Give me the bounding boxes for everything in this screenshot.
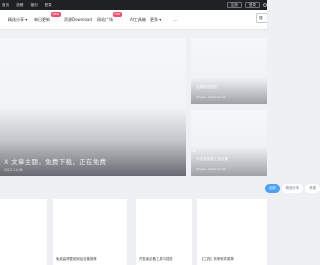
post-card-title[interactable]: 【工具】效率软件推荐 (200, 256, 234, 261)
top-link-benefit[interactable]: 福利 (30, 3, 37, 8)
post-card[interactable]: 免费高清壁纸网站合集推荐 (53, 199, 127, 265)
user-icon[interactable] (263, 3, 267, 7)
tab-resources[interactable]: 资源 (305, 184, 320, 193)
nav-item-daily[interactable]: 每日更新 (34, 17, 50, 23)
nav-item-featured[interactable]: 精选分享 ▾ (8, 17, 27, 23)
post-card-title[interactable]: 开发者必备工具与插件 (139, 256, 173, 261)
hero-title[interactable]: X 文章主题，免费下载，正在免费 (4, 156, 106, 166)
post-card[interactable]: 开发者必备工具与插件 (136, 199, 192, 265)
nav-item-download[interactable]: 资源Download (64, 17, 92, 23)
side-card-title[interactable]: 全部精选搭配 (196, 85, 218, 90)
top-link-home[interactable]: 首页 (2, 3, 9, 8)
category-tabs: 全部 精选分享 资源 (264, 184, 320, 193)
search-button[interactable]: 搜 (256, 13, 267, 23)
nav-item-ai-tools[interactable]: AI工具箱 (130, 17, 146, 23)
hero-subtitle: 2022-11-08 (4, 168, 23, 172)
top-bar: 首页 投稿 福利 登录 注册 登录 (0, 0, 267, 10)
post-card[interactable]: 【工具】效率软件推荐 (197, 199, 267, 265)
side-card-1[interactable]: 全部精选搭配 Prolee · 2022-12-20 (191, 38, 267, 104)
top-link-submit[interactable]: 投稿 (16, 3, 23, 8)
side-card-2[interactable]: 开发者推荐工具合集 Prolee · 2022-12-20 (191, 110, 267, 176)
new-badge: NEW (51, 12, 61, 17)
login-button[interactable]: 登录 (244, 2, 260, 8)
top-links: 首页 投稿 福利 登录 (0, 3, 52, 8)
post-card[interactable] (0, 199, 47, 265)
hero-banner[interactable]: X 文章主题，免费下载，正在免费 2022-11-08 (0, 38, 186, 176)
side-card-title[interactable]: 开发者推荐工具合集 (196, 157, 228, 162)
tab-all[interactable]: 全部 (264, 184, 280, 193)
nav-item-sites[interactable]: 网站广场 (97, 17, 113, 23)
top-link-login[interactable]: 登录 (45, 3, 52, 8)
tab-featured[interactable]: 精选分享 (281, 184, 304, 193)
hot-badge: HOT (113, 12, 123, 17)
card-marker (193, 77, 196, 79)
side-card-meta: Prolee · 2022-12-20 (196, 95, 226, 99)
post-card-title[interactable]: 免费高清壁纸网站合集推荐 (56, 256, 97, 261)
main-nav: 精选分享 ▾ 每日更新 NEW 资源Download 网站广场 HOT AI工具… (0, 10, 267, 29)
register-button[interactable]: 注册 (226, 2, 242, 8)
nav-item-ellipsis[interactable]: ... (174, 17, 178, 22)
side-card-meta: Prolee · 2022-12-20 (196, 167, 226, 171)
top-actions: 注册 登录 (226, 2, 267, 8)
card-marker (193, 150, 196, 152)
nav-item-more[interactable]: 更多 ▾ (150, 17, 161, 23)
